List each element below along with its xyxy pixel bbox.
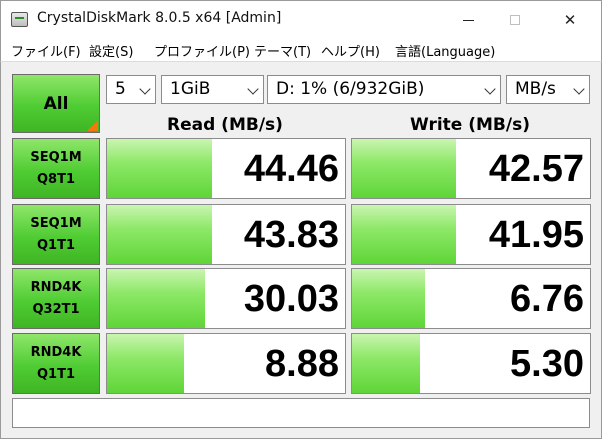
minimize-button[interactable]	[445, 1, 491, 39]
chevron-down-icon	[139, 83, 151, 95]
close-icon: ✕	[563, 11, 577, 29]
menu-help[interactable]: ヘルプ(H)	[321, 41, 380, 60]
read-bar	[107, 334, 184, 393]
test-label-line1: RND4K	[30, 279, 82, 295]
menu-profile[interactable]: プロファイル(P)	[154, 41, 250, 60]
menu-bar: ファイル(F) 設定(S) プロファイル(P) テーマ(T) ヘルプ(H) 言語…	[0, 38, 602, 62]
write-bar	[352, 139, 456, 198]
read-result: 8.88	[106, 333, 346, 394]
drive-value: D: 1% (6/932GiB)	[276, 79, 425, 99]
title-bar: CrystalDiskMark 8.0.5 x64 [Admin] ✕	[0, 0, 602, 38]
unit-select[interactable]: MB/s	[506, 75, 590, 104]
all-button[interactable]: All	[12, 74, 100, 133]
write-value: 42.57	[488, 148, 584, 190]
read-value: 30.03	[243, 278, 339, 320]
write-bar	[352, 334, 420, 393]
read-header: Read (MB/s)	[167, 115, 283, 135]
test-label-line1: SEQ1M	[30, 215, 82, 231]
test-button-rnd4k-q32t1[interactable]: RND4K Q32T1	[12, 268, 100, 329]
count-select[interactable]: 5	[106, 75, 156, 104]
write-result: 41.95	[351, 204, 591, 265]
write-value: 5.30	[510, 343, 584, 385]
read-result: 44.46	[106, 138, 346, 199]
size-select[interactable]: 1GiB	[161, 75, 264, 104]
read-result: 43.83	[106, 204, 346, 265]
all-corner-marker	[87, 120, 98, 131]
write-bar	[352, 205, 456, 264]
read-result: 30.03	[106, 268, 346, 329]
menu-settings[interactable]: 設定(S)	[89, 41, 133, 60]
size-value: 1GiB	[170, 79, 211, 99]
read-bar	[107, 269, 205, 328]
write-result: 42.57	[351, 138, 591, 199]
maximize-icon	[510, 15, 520, 25]
menu-language[interactable]: 言語(Language)	[395, 41, 495, 60]
read-value: 8.88	[265, 343, 339, 385]
all-button-label: All	[43, 93, 69, 114]
test-label-line2: Q8T1	[36, 171, 75, 187]
menu-file[interactable]: ファイル(F)	[11, 41, 81, 60]
test-button-seq1m-q8t1[interactable]: SEQ1M Q8T1	[12, 138, 100, 199]
test-label-line1: SEQ1M	[30, 149, 82, 165]
chevron-down-icon	[484, 83, 496, 95]
chevron-down-icon	[573, 83, 585, 95]
test-button-rnd4k-q1t1[interactable]: RND4K Q1T1	[12, 333, 100, 394]
write-result: 5.30	[351, 333, 591, 394]
test-button-seq1m-q1t1[interactable]: SEQ1M Q1T1	[12, 204, 100, 265]
write-value: 6.76	[510, 278, 584, 320]
chevron-down-icon	[247, 83, 259, 95]
app-disk-icon	[11, 12, 28, 27]
read-value: 43.83	[243, 214, 339, 256]
test-label-line1: RND4K	[30, 344, 82, 360]
maximize-button[interactable]	[492, 1, 538, 39]
read-bar	[107, 139, 212, 198]
window-title: CrystalDiskMark 8.0.5 x64 [Admin]	[37, 10, 282, 26]
count-value: 5	[115, 79, 126, 99]
test-label-line2: Q1T1	[36, 366, 75, 382]
unit-value: MB/s	[515, 79, 556, 99]
test-label-line2: Q1T1	[36, 237, 75, 253]
test-label-line2: Q32T1	[32, 301, 80, 317]
write-bar	[352, 269, 425, 328]
write-value: 41.95	[488, 214, 584, 256]
write-result: 6.76	[351, 268, 591, 329]
minimize-icon	[462, 19, 474, 21]
menu-theme[interactable]: テーマ(T)	[254, 41, 311, 60]
drive-select[interactable]: D: 1% (6/932GiB)	[267, 75, 501, 104]
read-value: 44.46	[243, 148, 339, 190]
comment-field[interactable]	[12, 398, 590, 428]
close-button[interactable]: ✕	[547, 1, 593, 39]
write-header: Write (MB/s)	[410, 115, 530, 135]
read-bar	[107, 205, 212, 264]
